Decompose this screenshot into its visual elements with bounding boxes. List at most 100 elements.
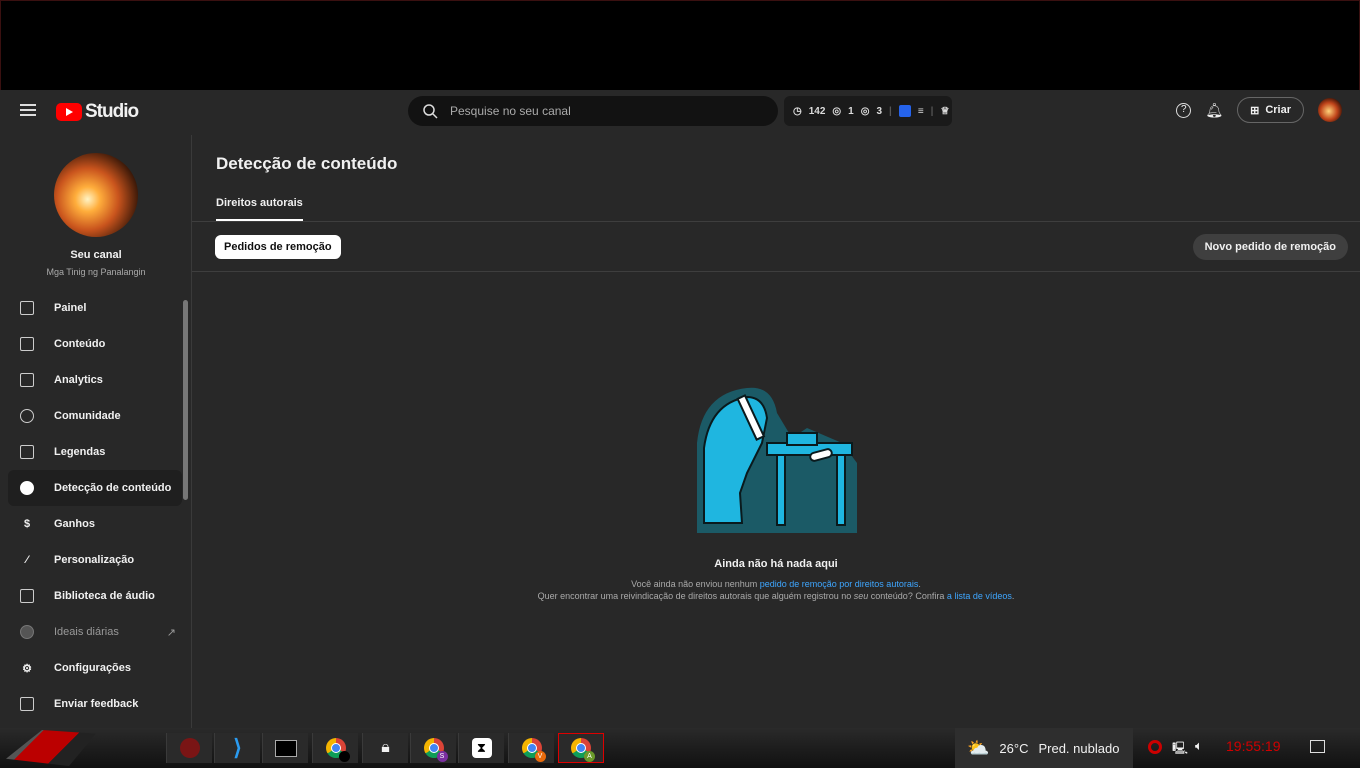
taskbar-app-chrome-a[interactable]: A — [558, 733, 604, 763]
taskbar-app-chrome-s[interactable]: S — [410, 733, 456, 763]
nav-label: Analytics — [54, 374, 103, 386]
tab-direitos-autorais[interactable]: Direitos autorais — [216, 197, 303, 221]
weather-desc: Pred. nublado — [1038, 740, 1120, 756]
empty-state-title: Ainda não há nada aqui — [714, 558, 838, 570]
copyright-icon — [20, 481, 34, 495]
ideas-icon — [20, 625, 34, 639]
chrome-icon — [325, 738, 350, 762]
sidebar-item-feedback[interactable]: Enviar feedback — [8, 686, 182, 722]
chrome-icon: V — [521, 738, 546, 762]
video-plus-icon: ⊞ — [1250, 104, 1260, 117]
sidebar-item-analytics[interactable]: Analytics — [8, 362, 182, 398]
dollar-icon: $ — [23, 518, 31, 530]
sidebar-item-ganhos[interactable]: $ Ganhos — [8, 506, 182, 542]
volume-icon[interactable]: 🔈︎ — [1195, 738, 1203, 754]
terminal-icon — [274, 739, 297, 757]
stat-realtime: 142 — [808, 105, 826, 117]
video-list-link[interactable]: a lista de vídeos — [947, 591, 1012, 601]
profile-badge: A — [584, 751, 595, 762]
nav-label: Configurações — [54, 662, 132, 674]
text: Quer encontrar uma reivindicação de dire… — [537, 591, 854, 601]
sidebar-item-biblioteca[interactable]: Biblioteca de áudio — [8, 578, 182, 614]
studio-header: Studio Pesquise no seu canal ◷ 142 ◎ 1 ◎ 3 … — [0, 90, 1360, 135]
vscode-icon: ⟩ — [233, 735, 242, 760]
new-removal-request-button[interactable]: Novo pedido de remoção — [1192, 234, 1348, 260]
page-title: Detecção de conteúdo — [216, 154, 398, 173]
feedback-icon — [20, 697, 34, 711]
main-content: Detecção de conteúdo Direitos autorais P… — [192, 135, 1360, 728]
search-placeholder: Pesquise no seu canal — [450, 104, 571, 118]
network-icon[interactable]: 🖳 — [1172, 739, 1188, 760]
notifications-icon[interactable] — [1310, 740, 1325, 753]
subtitles-icon — [20, 445, 34, 459]
empty-state-illustration — [697, 387, 857, 533]
extension-icon[interactable] — [898, 105, 911, 117]
divider — [192, 271, 1360, 272]
trophy-icon[interactable]: ♕ — [940, 106, 949, 117]
youtube-studio-logo[interactable]: Studio — [56, 101, 139, 123]
channel-name: Mga Tinig ng Panalangin — [46, 267, 146, 277]
sidebar-item-painel[interactable]: Painel — [8, 290, 182, 326]
nav-label: Legendas — [54, 446, 106, 458]
menu-icon[interactable] — [20, 104, 36, 116]
sidebar-item-configuracoes[interactable]: ⚙ Configurações — [8, 650, 182, 686]
removal-request-link[interactable]: pedido de remoção por direitos autorais — [760, 579, 919, 589]
weather-widget[interactable]: ⛅ 26°C Pred. nublado — [955, 728, 1133, 768]
realtime-stats[interactable]: ◷ 142 ◎ 1 ◎ 3 | ≡ | ♕ — [784, 96, 952, 126]
taskbar-app-terminal[interactable] — [262, 733, 308, 763]
partly-cloudy-icon: ⛅ — [967, 737, 990, 758]
weather-temp: 26°C — [999, 740, 1029, 756]
taskbar-app-capcut[interactable]: ⧗ — [458, 733, 504, 763]
sidebar-item-deteccao[interactable]: Detecção de conteúdo — [8, 470, 182, 506]
armoury-tray-icon[interactable] — [1148, 740, 1162, 754]
nav-label: Comunidade — [54, 410, 121, 422]
community-icon — [20, 409, 34, 423]
taskbar-app-chrome-1[interactable] — [312, 733, 358, 763]
dashboard-icon — [20, 301, 34, 315]
account-avatar[interactable] — [1318, 98, 1342, 122]
bell-icon[interactable]: 🔔︎ — [1205, 102, 1223, 119]
chrome-icon: A — [571, 738, 595, 762]
sidebar-item-legendas[interactable]: Legendas — [8, 434, 182, 470]
taskbar-app-vscode[interactable]: ⟩ — [214, 733, 260, 763]
create-button[interactable]: ⊞ Criar — [1237, 97, 1304, 123]
list-icon[interactable]: ≡ — [918, 106, 924, 117]
empty-state-text: Você ainda não enviou nenhum pedido de r… — [192, 578, 1360, 602]
text: seu — [853, 591, 869, 601]
nav-label: Personalização — [54, 554, 135, 566]
nav-label: Detecção de conteúdo — [54, 482, 172, 494]
taskbar-app-chrome-v[interactable]: V — [508, 733, 554, 763]
external-link-icon: ↗ — [166, 626, 176, 639]
text: . — [1011, 591, 1015, 601]
lock-icon: 🔒︎ — [381, 739, 390, 756]
nav-label: Conteúdo — [54, 338, 106, 350]
sidebar-item-personalizacao[interactable]: ⁄ Personalização — [8, 542, 182, 578]
analytics-icon — [20, 373, 34, 387]
eye-icon: ◎ — [832, 105, 842, 117]
create-label: Criar — [1265, 104, 1291, 116]
clock-icon: ◷ — [793, 105, 802, 117]
taskbar-app-vpn[interactable]: 🔒︎ — [362, 733, 408, 763]
taskbar-app-rog[interactable] — [166, 733, 212, 763]
text: Você ainda não enviou nenhum — [631, 579, 760, 589]
sidebar-scrollbar[interactable] — [183, 300, 188, 500]
channel-avatar[interactable] — [54, 153, 138, 237]
nav-label: Ideais diárias — [54, 626, 119, 638]
sidebar-item-comunidade[interactable]: Comunidade — [8, 398, 182, 434]
removal-requests-chip[interactable]: Pedidos de remoção — [215, 235, 341, 259]
divider — [192, 221, 1360, 222]
rog-start-icon[interactable] — [6, 730, 96, 766]
profile-badge: S — [436, 751, 448, 762]
nav-label: Ganhos — [54, 518, 95, 530]
sidebar-item-conteudo[interactable]: Conteúdo — [8, 326, 182, 362]
stat-views-b: 3 — [876, 105, 883, 117]
capcut-icon: ⧗ — [471, 738, 492, 758]
sidebar: Seu canal Mga Tinig ng Panalangin Painel… — [0, 135, 192, 728]
taskbar-clock[interactable]: 19:55:19 — [1226, 738, 1281, 754]
sidebar-item-ideias[interactable]: Ideais diárias ↗ — [8, 614, 182, 650]
help-icon[interactable]: ? — [1176, 102, 1192, 118]
nav-label: Painel — [54, 302, 87, 314]
audio-library-icon — [20, 589, 34, 603]
nav-label: Biblioteca de áudio — [54, 590, 155, 602]
search-input[interactable]: Pesquise no seu canal — [408, 96, 778, 126]
